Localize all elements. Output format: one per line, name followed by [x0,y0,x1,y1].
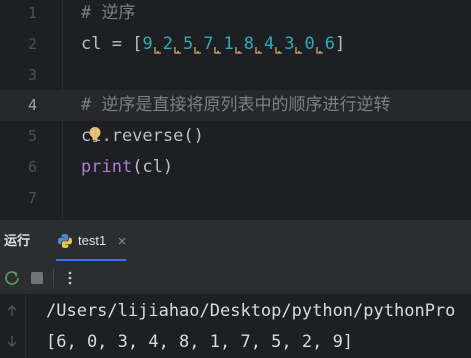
run-panel-title: 运行 [4,233,31,248]
comma-separator [274,29,284,60]
comma-separator [254,29,264,60]
code-line-6[interactable]: 6 print(cl) [0,152,471,183]
rerun-icon[interactable] [3,269,21,287]
list-number: 7 [203,34,214,54]
toolbar-divider [53,269,54,287]
console-path-line: /Users/lijiahao/Desktop/python/pythonPro [46,301,456,321]
separator-glyph-icon [255,47,262,54]
list-number: 5 [182,34,194,54]
code-text: cl.reverse() [81,126,204,146]
tab-label: test1 [78,233,107,248]
console-gutter [0,295,26,358]
code-editor[interactable]: 1 # 逆序 2 cl = [9 2 5 7 1 8 4 3 0 6] 3 4 # 逆序是直接将原… [0,0,471,219]
comma-separator [213,29,223,60]
list-number: 0 [304,34,315,54]
separator-glyph-icon [154,47,161,54]
line-number: 3 [27,66,37,84]
stop-icon[interactable] [28,269,46,287]
line-number: 7 [27,189,37,207]
code-text: print(cl) [81,152,173,183]
list-number: 6 [324,34,335,54]
list-number: 1 [223,34,234,54]
separator-glyph-icon [316,47,323,54]
list-values: 9257184306 [142,34,335,54]
list-number: 8 [243,34,254,54]
line-number: 2 [27,35,37,53]
python-icon [58,234,72,248]
console-output[interactable]: /Users/lijiahao/Desktop/python/pythonPro… [0,295,471,358]
list-number: 9 [142,34,153,54]
scroll-up-icon[interactable] [6,305,18,317]
code-line-1[interactable]: 1 # 逆序 [0,0,471,29]
list-number: 3 [284,34,295,54]
comma-separator [153,29,163,60]
line-number: 4 [27,96,37,114]
close-bracket: ] [334,34,346,54]
tab-test1[interactable]: test1 × [50,220,140,262]
code-comment: # 逆序是直接将原列表中的顺序进行逆转 [81,95,391,115]
separator-glyph-icon [214,47,222,54]
code-line-7[interactable]: 7 [0,183,471,214]
close-icon[interactable]: × [117,220,127,262]
line-number: 5 [27,127,37,145]
code-line-5[interactable]: 5 cl.reverse() [0,121,471,152]
more-icon[interactable] [61,269,79,287]
code-line-2[interactable]: 2 cl = [9 2 5 7 1 8 4 3 0 6] [0,29,471,60]
code-comment: # 逆序 [81,3,136,23]
open-bracket: [ [132,34,143,54]
list-number: 2 [162,34,173,54]
line-number: 6 [27,158,37,176]
run-toolbar [0,261,471,295]
separator-glyph-icon [295,47,303,54]
code-line-4[interactable]: 4 # 逆序是直接将原列表中的顺序进行逆转 [0,90,471,121]
separator-glyph-icon [194,47,202,54]
separator-glyph-icon [235,47,242,54]
list-number: 4 [263,34,275,54]
comma-separator [294,29,304,60]
comma-separator [173,29,183,60]
comma-separator [315,29,325,60]
comma-separator [193,29,203,60]
code-text: cl = [9 2 5 7 1 8 4 3 0 6] [81,29,345,60]
line-number: 1 [27,4,37,22]
call-arguments: (cl) [132,157,174,177]
run-tool-header: 运行 test1 × [0,219,471,262]
assign-operator: = [101,34,133,54]
separator-glyph-icon [275,47,283,54]
variable-name: cl [81,34,102,54]
builtin-function: print [81,157,133,177]
comma-separator [234,29,244,60]
separator-glyph-icon [174,47,181,54]
scroll-down-icon[interactable] [6,335,18,347]
console-output-line: [6, 0, 3, 4, 8, 1, 7, 5, 2, 9] [46,332,354,352]
code-line-3[interactable]: 3 [0,60,471,142]
